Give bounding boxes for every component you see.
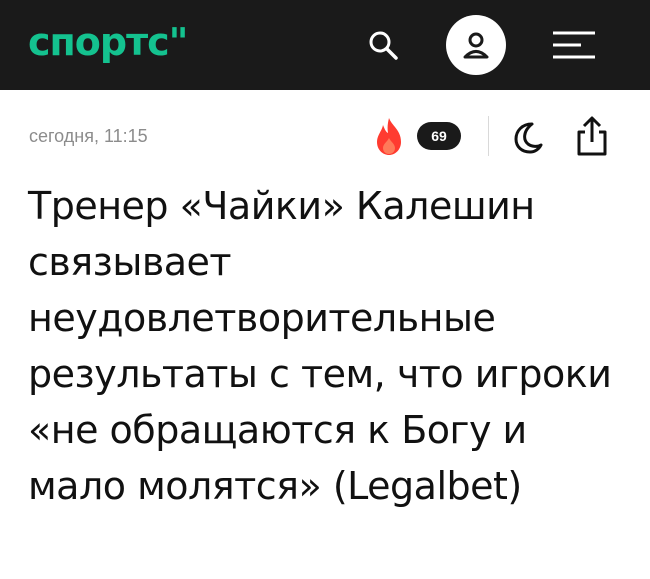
article-title: Тренер «Чайки» Калешин связывает неудовл… — [28, 184, 612, 508]
user-icon — [463, 32, 489, 59]
moon-icon[interactable] — [508, 118, 546, 156]
search-button[interactable] — [360, 22, 406, 68]
comments-count-badge[interactable]: 69 — [417, 122, 461, 150]
share-icon[interactable] — [574, 114, 610, 158]
menu-icon — [553, 31, 595, 59]
meta-divider — [488, 116, 489, 156]
article-meta: сегодня, 11:15 69 — [0, 110, 650, 162]
site-logo[interactable]: спортс" — [28, 22, 188, 62]
site-header: спортс" — [0, 0, 650, 90]
search-icon — [369, 31, 398, 60]
publish-date: сегодня, 11:15 — [29, 126, 148, 146]
profile-button[interactable] — [446, 15, 506, 75]
fire-icon — [377, 118, 401, 155]
menu-button[interactable] — [548, 22, 600, 68]
